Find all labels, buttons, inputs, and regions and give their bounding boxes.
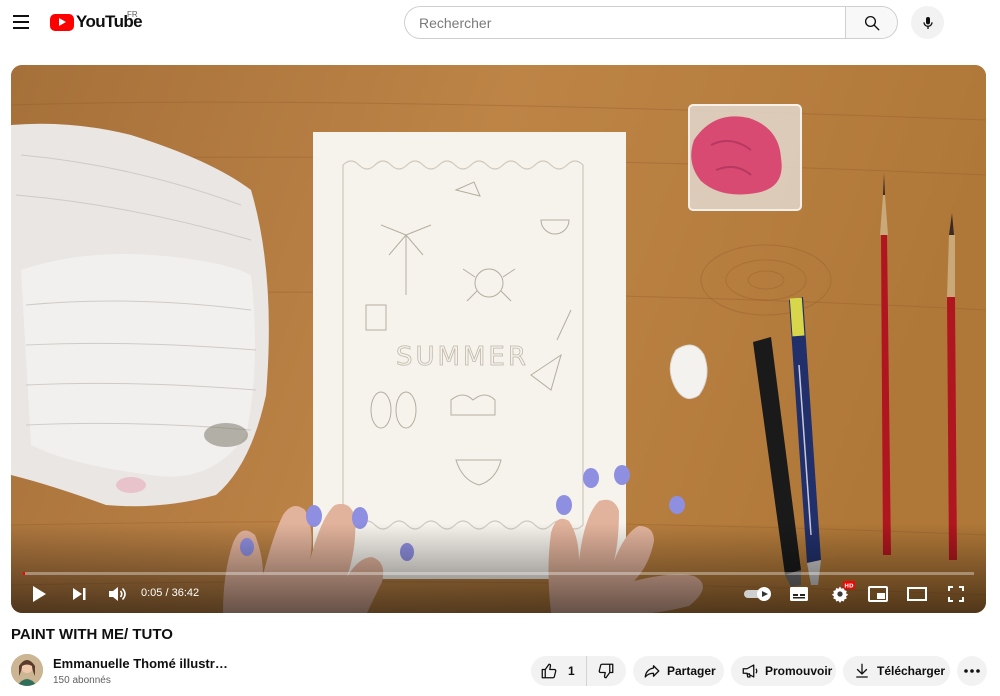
dislike-button[interactable]	[587, 656, 625, 686]
video-title: PAINT WITH ME/ TUTO	[11, 626, 173, 643]
search-button[interactable]	[845, 6, 898, 39]
paper-text: SUMMER	[396, 342, 529, 372]
thumbs-up-icon	[541, 663, 557, 679]
theater-icon	[907, 587, 927, 601]
subtitles-icon	[790, 587, 808, 601]
promote-label: Promouvoir	[765, 664, 833, 678]
miniplayer-button[interactable]	[865, 582, 891, 606]
avatar-image	[11, 654, 43, 686]
country-code: FR	[127, 10, 138, 19]
download-label: Télécharger	[877, 664, 946, 678]
volume-icon	[109, 587, 126, 601]
time-display: 0:05 / 36:42	[141, 587, 200, 599]
megaphone-icon	[742, 664, 758, 678]
settings-button[interactable]: HD	[826, 581, 855, 606]
more-icon	[964, 669, 980, 673]
share-button[interactable]: Partager	[633, 656, 724, 686]
mic-icon	[922, 16, 933, 29]
search-input[interactable]	[419, 14, 846, 31]
video-player[interactable]: SUMMER 0:05 / 36:42 HD	[11, 65, 986, 613]
miniplayer-icon	[868, 586, 888, 602]
search-box	[404, 6, 846, 39]
promote-button[interactable]: Promouvoir	[731, 656, 836, 686]
progress-fill	[23, 572, 25, 575]
share-label: Partager	[667, 664, 716, 678]
svg-text:HD: HD	[844, 583, 854, 589]
like-dislike-group: 1	[531, 656, 626, 686]
voice-search-button[interactable]	[911, 6, 944, 39]
search-icon	[864, 15, 879, 30]
autoplay-toggle-icon	[744, 587, 771, 601]
hd-badge-icon: HD	[843, 581, 855, 589]
kneaded-eraser-box	[688, 104, 802, 211]
fullscreen-button[interactable]	[944, 582, 968, 606]
cloth-rag	[11, 123, 269, 507]
autoplay-toggle[interactable]	[741, 582, 775, 606]
thumbs-down-icon	[598, 663, 614, 679]
channel-name[interactable]: Emmanuelle Thomé illustr…	[53, 656, 228, 671]
youtube-logo-icon	[50, 13, 74, 31]
subscriber-count: 150 abonnés	[53, 675, 111, 686]
next-button[interactable]	[67, 582, 91, 606]
download-button[interactable]: Télécharger	[843, 656, 950, 686]
play-button[interactable]	[27, 582, 51, 606]
next-icon	[73, 588, 86, 600]
like-button[interactable]: 1	[531, 656, 587, 686]
play-icon	[33, 586, 46, 602]
share-icon	[644, 665, 660, 678]
fullscreen-icon	[948, 586, 964, 602]
subtitles-button[interactable]	[787, 582, 811, 606]
menu-icon[interactable]	[10, 11, 32, 33]
more-actions-button[interactable]	[957, 656, 987, 686]
theater-mode-button[interactable]	[904, 582, 930, 606]
like-count: 1	[568, 664, 575, 678]
channel-avatar[interactable]	[11, 654, 43, 686]
masthead: YouTube FR	[0, 0, 1000, 44]
progress-bar[interactable]	[23, 572, 974, 575]
download-icon	[856, 663, 868, 678]
volume-button[interactable]	[105, 582, 129, 606]
